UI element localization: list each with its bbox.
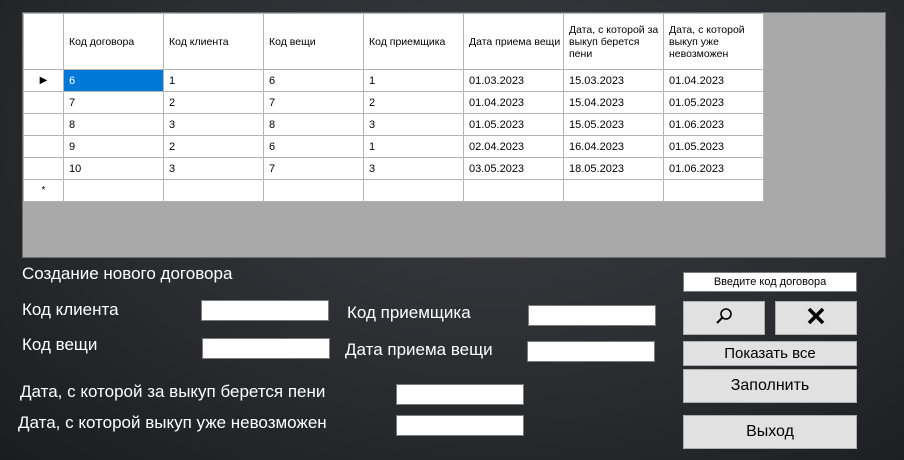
table-cell[interactable]: 01.04.2023: [663, 69, 764, 92]
table-cell[interactable]: 01.06.2023: [663, 157, 764, 180]
table-cell[interactable]: 01.05.2023: [663, 91, 764, 114]
table-cell[interactable]: 1: [363, 135, 464, 158]
table-cell[interactable]: 6: [263, 135, 364, 158]
show-all-button[interactable]: Показать все: [683, 341, 857, 366]
item-code-input[interactable]: [202, 338, 330, 359]
table-cell[interactable]: 3: [363, 157, 464, 180]
table-cell[interactable]: 01.06.2023: [663, 113, 764, 136]
table-cell[interactable]: [263, 179, 364, 202]
no-buyout-date-label: Дата, с которой выкуп уже невозможен: [18, 413, 327, 432]
contracts-table: Код договора Код клиента Код вещи Код пр…: [23, 13, 764, 202]
table-cell[interactable]: [363, 179, 464, 202]
x-icon: [806, 306, 826, 331]
receiver-code-input[interactable]: [528, 305, 656, 326]
table-cell[interactable]: 2: [363, 91, 464, 114]
table-cell[interactable]: [663, 179, 764, 202]
table-cell[interactable]: 7: [63, 91, 164, 114]
table-cell[interactable]: 15.03.2023: [563, 69, 664, 92]
column-header[interactable]: Код приемщика: [363, 13, 464, 70]
row-header[interactable]: [23, 157, 64, 180]
table-cell[interactable]: 15.04.2023: [563, 91, 664, 114]
new-row[interactable]: *: [23, 179, 764, 202]
penalty-date-input[interactable]: [396, 384, 524, 405]
table-header-row: Код договора Код клиента Код вещи Код пр…: [23, 13, 764, 70]
row-header-corner[interactable]: [23, 13, 64, 70]
column-header[interactable]: Код договора: [63, 13, 164, 70]
new-row-marker-icon[interactable]: *: [23, 179, 64, 202]
exit-button[interactable]: Выход: [683, 415, 857, 449]
table-cell[interactable]: 3: [163, 113, 264, 136]
column-header[interactable]: Дата, с которой выкуп уже невозможен: [663, 13, 764, 70]
table-cell[interactable]: 8: [63, 113, 164, 136]
table-cell[interactable]: [463, 179, 564, 202]
column-header[interactable]: Код вещи: [263, 13, 364, 70]
client-code-label: Код клиента: [22, 300, 119, 319]
table-cell[interactable]: 1: [163, 69, 264, 92]
table-cell[interactable]: 15.05.2023: [563, 113, 664, 136]
table-row[interactable]: 9 2 6 1 02.04.2023 16.04.2023 01.05.2023: [23, 135, 764, 158]
no-buyout-date-input[interactable]: [396, 415, 524, 436]
client-code-input[interactable]: [201, 300, 329, 321]
table-cell[interactable]: 10: [63, 157, 164, 180]
table-cell[interactable]: 01.05.2023: [463, 113, 564, 136]
table-cell[interactable]: 1: [363, 69, 464, 92]
clear-button[interactable]: [775, 301, 857, 335]
row-header[interactable]: [23, 135, 64, 158]
column-header[interactable]: Код клиента: [163, 13, 264, 70]
table-cell[interactable]: 01.03.2023: [463, 69, 564, 92]
fill-button[interactable]: Заполнить: [683, 369, 857, 403]
row-header[interactable]: [23, 91, 64, 114]
receipt-date-input[interactable]: [527, 341, 655, 362]
magnifier-icon: [714, 306, 734, 331]
table-cell[interactable]: 3: [163, 157, 264, 180]
table-cell[interactable]: 2: [163, 135, 264, 158]
contract-code-input[interactable]: Введите код договора: [683, 272, 857, 292]
table-row[interactable]: ▶ 6 1 6 1 01.03.2023 15.03.2023 01.04.20…: [23, 69, 764, 92]
table-cell[interactable]: 8: [263, 113, 364, 136]
table-cell[interactable]: 7: [263, 157, 364, 180]
table-cell[interactable]: [563, 179, 664, 202]
table-cell[interactable]: 01.05.2023: [663, 135, 764, 158]
item-code-label: Код вещи: [22, 335, 98, 354]
table-cell[interactable]: 02.04.2023: [463, 135, 564, 158]
penalty-date-label: Дата, с которой за выкуп берется пени: [20, 382, 326, 401]
current-row-marker-icon[interactable]: ▶: [23, 69, 64, 92]
column-header[interactable]: Дата приема вещи: [463, 13, 564, 70]
table-row[interactable]: 8 3 8 3 01.05.2023 15.05.2023 01.06.2023: [23, 113, 764, 136]
receipt-date-label: Дата приема вещи: [345, 340, 493, 359]
row-header[interactable]: [23, 113, 64, 136]
table-cell[interactable]: 01.04.2023: [463, 91, 564, 114]
table-cell[interactable]: 6: [263, 69, 364, 92]
receiver-code-label: Код приемщика: [347, 303, 471, 322]
table-cell[interactable]: 2: [163, 91, 264, 114]
contracts-grid[interactable]: Код договора Код клиента Код вещи Код пр…: [22, 12, 886, 258]
table-row[interactable]: 7 2 7 2 01.04.2023 15.04.2023 01.05.2023: [23, 91, 764, 114]
table-cell[interactable]: 6: [63, 69, 164, 92]
column-header[interactable]: Дата, с которой за выкуп берется пени: [563, 13, 664, 70]
table-row[interactable]: 10 3 7 3 03.05.2023 18.05.2023 01.06.202…: [23, 157, 764, 180]
table-cell[interactable]: [163, 179, 264, 202]
search-button[interactable]: [683, 301, 765, 335]
table-cell[interactable]: 7: [263, 91, 364, 114]
table-cell[interactable]: 18.05.2023: [563, 157, 664, 180]
table-cell[interactable]: 16.04.2023: [563, 135, 664, 158]
table-cell[interactable]: 03.05.2023: [463, 157, 564, 180]
table-cell[interactable]: 9: [63, 135, 164, 158]
table-cell[interactable]: 3: [363, 113, 464, 136]
table-cell[interactable]: [63, 179, 164, 202]
form-title: Создание нового договора: [22, 264, 233, 283]
